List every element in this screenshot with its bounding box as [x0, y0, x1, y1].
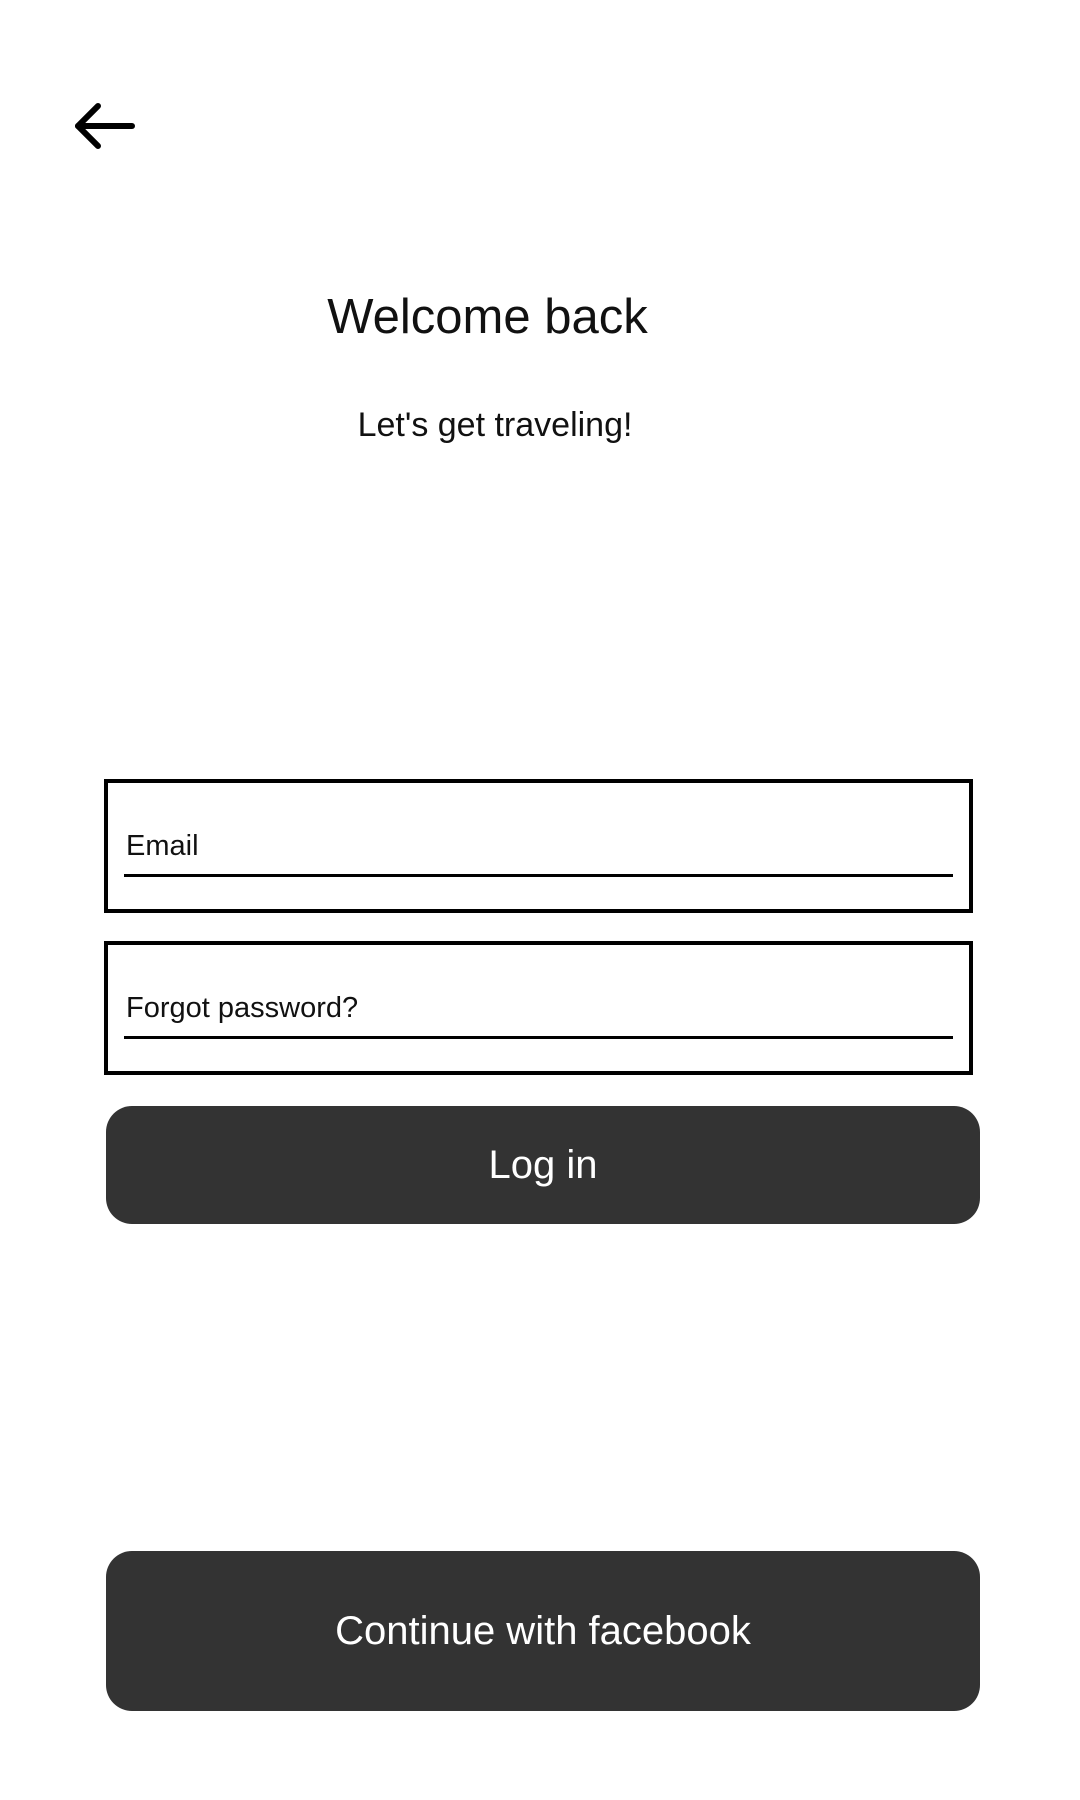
email-field-container	[104, 779, 973, 913]
login-button[interactable]: Log in	[106, 1106, 980, 1224]
page-title: Welcome back	[327, 290, 648, 344]
arrow-left-icon	[75, 103, 135, 149]
back-button[interactable]	[62, 92, 146, 160]
password-field-container	[104, 941, 973, 1075]
continue-with-facebook-button[interactable]: Continue with facebook	[106, 1551, 980, 1711]
password-field[interactable]	[124, 989, 953, 1039]
page-subtitle: Let's get traveling!	[357, 406, 633, 444]
email-field[interactable]	[124, 827, 953, 877]
